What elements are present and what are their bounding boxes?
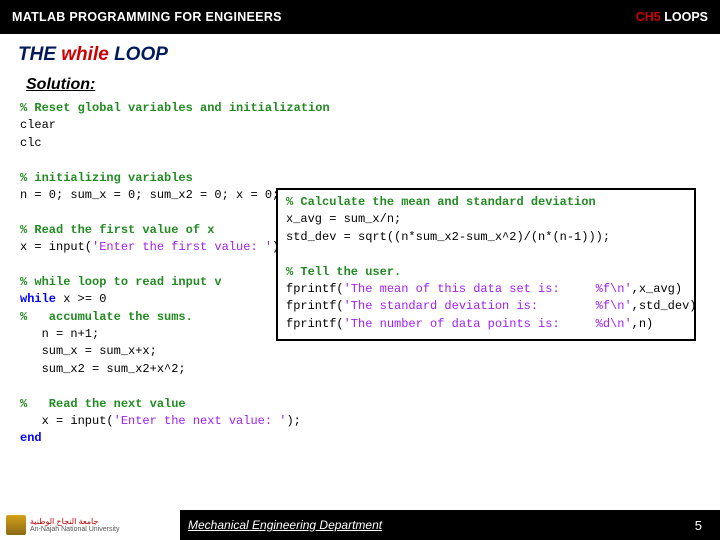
section-while: while: [61, 44, 109, 65]
code-block-main: % Reset global variables and initializat…: [0, 98, 720, 448]
code-line: clc: [20, 135, 720, 152]
uni-name-en: An-Najah National University: [30, 526, 119, 533]
code-line: fprintf('The number of data points is: %…: [286, 316, 686, 333]
page-number: 5: [695, 518, 702, 533]
code-line: clear: [20, 117, 720, 134]
code-line: fprintf('The standard deviation is: %f\n…: [286, 298, 686, 315]
code-blank: [286, 246, 686, 263]
logo-text: جامعة النجاح الوطنية An-Najah National U…: [30, 518, 119, 533]
code-line: % Reset global variables and initializat…: [20, 100, 720, 117]
chapter-prefix: CH5: [636, 10, 661, 24]
code-line: % initializing variables: [20, 170, 720, 187]
code-line: % Read the next value: [20, 396, 720, 413]
section-suffix: LOOP: [109, 44, 168, 65]
code-line: sum_x2 = sum_x2+x^2;: [20, 361, 720, 378]
code-line: sum_x = sum_x+x;: [20, 343, 720, 360]
code-block-inset: % Calculate the mean and standard deviat…: [276, 188, 696, 341]
code-line: x_avg = sum_x/n;: [286, 211, 686, 228]
uni-name-ar: جامعة النجاح الوطنية: [30, 518, 119, 526]
code-line: fprintf('The mean of this data set is: %…: [286, 281, 686, 298]
code-line: % Calculate the mean and standard deviat…: [286, 194, 686, 211]
department-label: Mechanical Engineering Department: [188, 518, 382, 532]
code-line: end: [20, 430, 720, 447]
logo-badge-icon: [6, 515, 26, 535]
footer-bar: جامعة النجاح الوطنية An-Najah National U…: [0, 510, 720, 540]
header-chapter: CH5 LOOPS: [636, 10, 708, 24]
code-blank: [20, 152, 720, 169]
section-prefix: THE: [18, 44, 61, 65]
chapter-rest: LOOPS: [661, 10, 708, 24]
solution-label: Solution:: [0, 72, 720, 98]
code-line: x = input('Enter the next value: ');: [20, 413, 720, 430]
code-blank: [20, 378, 720, 395]
section-title: THE while LOOP: [0, 34, 720, 72]
header-bar: MATLAB PROGRAMMING FOR ENGINEERS CH5 LOO…: [0, 0, 720, 34]
header-title: MATLAB PROGRAMMING FOR ENGINEERS: [12, 10, 282, 24]
university-logo: جامعة النجاح الوطنية An-Najah National U…: [0, 510, 180, 540]
code-line: std_dev = sqrt((n*sum_x2-sum_x^2)/(n*(n-…: [286, 229, 686, 246]
code-line: % Tell the user.: [286, 264, 686, 281]
